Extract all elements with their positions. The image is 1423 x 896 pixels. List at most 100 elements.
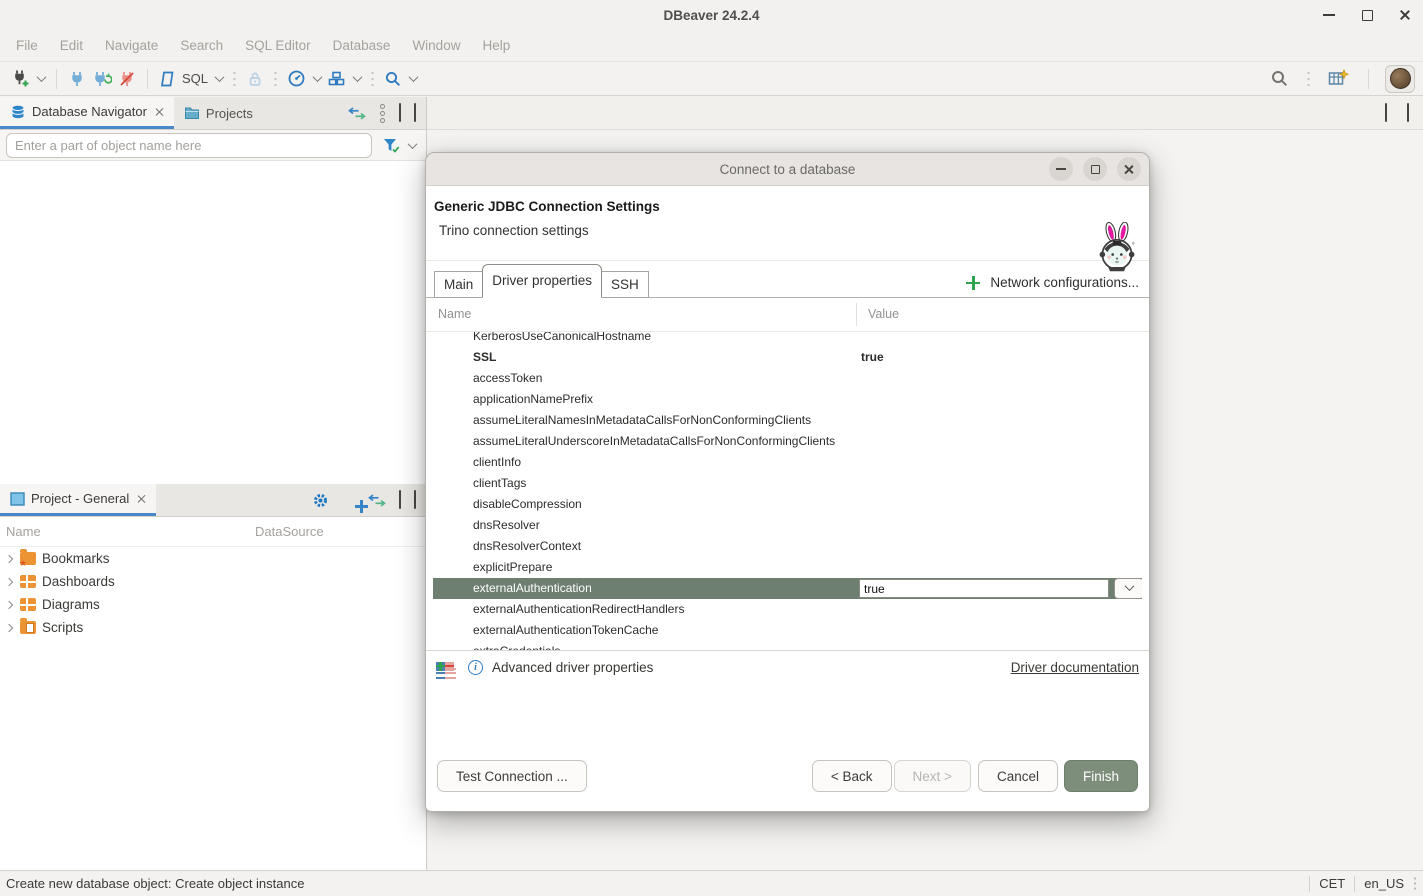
driver-documentation-link[interactable]: Driver documentation (1011, 660, 1139, 675)
tree-item-label: Scripts (42, 620, 83, 635)
minimize-panel-button[interactable] (399, 491, 401, 509)
property-value-input[interactable] (859, 579, 1109, 598)
maximize-panel-button[interactable] (414, 104, 416, 122)
dialog-close-button[interactable] (1117, 157, 1141, 181)
maximize-panel-button[interactable] (414, 491, 416, 509)
property-row[interactable]: KerberosUseCanonicalHostname (433, 332, 1142, 347)
tab-database-navigator[interactable]: Database Navigator (0, 97, 174, 129)
tree-item-scripts[interactable]: Scripts (0, 616, 426, 639)
column-datasource[interactable]: DataSource (255, 524, 324, 539)
link-with-editor-button[interactable] (368, 494, 386, 507)
property-row[interactable]: clientInfo (433, 452, 1142, 473)
test-connection-button[interactable]: Test Connection ... (437, 760, 587, 792)
column-name[interactable]: Name (0, 524, 255, 539)
close-tab-icon[interactable] (137, 494, 146, 503)
tab-ssh[interactable]: SSH (601, 271, 649, 298)
chevron-right-icon[interactable] (5, 623, 13, 631)
dashboards-icon (20, 575, 36, 588)
menu-item-edit[interactable]: Edit (50, 34, 93, 57)
property-row[interactable]: disableCompression (433, 494, 1142, 515)
property-row[interactable]: explicitPrepare (433, 557, 1142, 578)
property-row[interactable]: externalAuthenticationTokenCache (433, 620, 1142, 641)
dialog-minimize-button[interactable] (1049, 157, 1073, 181)
property-name: accessToken (473, 368, 542, 389)
tab-driver-properties[interactable]: Driver properties (482, 264, 602, 298)
dialog-maximize-button[interactable] (1083, 157, 1107, 181)
project-tabstrip: Project - General (0, 484, 426, 517)
sql-editor-button[interactable]: SQL (156, 68, 226, 90)
value-dropdown-button[interactable] (1114, 578, 1142, 599)
menu-item-help[interactable]: Help (472, 34, 520, 57)
tree-item-bookmarks[interactable]: Bookmarks (0, 547, 426, 570)
column-name[interactable]: Name (438, 307, 471, 321)
minimize-panel-button[interactable] (399, 104, 401, 122)
next-button[interactable]: Next > (894, 760, 971, 792)
chevron-down-icon (215, 72, 225, 82)
user-avatar-button[interactable] (1385, 65, 1415, 93)
property-row[interactable]: SSLtrue (433, 347, 1142, 368)
back-button[interactable]: < Back (812, 760, 892, 792)
minimize-button[interactable] (1321, 7, 1337, 23)
property-row[interactable]: accessToken (433, 368, 1142, 389)
sql-editor-label: SQL (182, 71, 208, 86)
cancel-button[interactable]: Cancel (978, 760, 1058, 792)
driver-manager-button[interactable] (324, 68, 364, 90)
close-tab-icon[interactable] (155, 107, 164, 116)
close-button[interactable] (1397, 7, 1413, 23)
tab-projects[interactable]: Projects (174, 97, 263, 129)
property-row[interactable]: applicationNamePrefix (433, 389, 1142, 410)
tab-project-general[interactable]: Project - General (0, 484, 156, 516)
chevron-right-icon[interactable] (5, 577, 13, 585)
menu-item-search[interactable]: Search (170, 34, 233, 57)
new-connection-button[interactable] (8, 67, 48, 90)
new-table-button[interactable] (1325, 67, 1352, 90)
tab-main[interactable]: Main (434, 271, 483, 298)
tree-item-label: Diagrams (42, 597, 100, 612)
property-row[interactable]: assumeLiteralUnderscoreInMetadataCallsFo… (433, 431, 1142, 452)
property-row[interactable]: externalAuthentication (433, 578, 1142, 599)
column-value[interactable]: Value (868, 307, 899, 321)
connect-button[interactable] (65, 68, 89, 90)
lock-icon (246, 70, 264, 88)
menu-item-window[interactable]: Window (402, 34, 470, 57)
filter-settings-button[interactable] (378, 135, 420, 156)
dialog-titlebar[interactable]: Connect to a database (426, 153, 1149, 186)
property-row[interactable]: externalAuthenticationRedirectHandlers (433, 599, 1142, 620)
property-row[interactable]: extraCredentials (433, 641, 1142, 650)
global-search-button[interactable] (1267, 67, 1292, 90)
chevron-right-icon[interactable] (5, 554, 13, 562)
menu-item-navigate[interactable]: Navigate (95, 34, 168, 57)
finish-button[interactable]: Finish (1064, 760, 1138, 792)
menu-item-sql-editor[interactable]: SQL Editor (235, 34, 321, 57)
menu-item-file[interactable]: File (6, 34, 48, 57)
menu-item-database[interactable]: Database (323, 34, 401, 57)
view-menu-button[interactable] (379, 104, 386, 123)
toolbar-left: SQL (8, 67, 1267, 90)
maximize-button[interactable] (1359, 7, 1375, 23)
property-row[interactable]: assumeLiteralNamesInMetadataCallsForNonC… (433, 410, 1142, 431)
reconnect-button[interactable] (89, 68, 115, 90)
dashboard-button[interactable] (284, 67, 324, 90)
disconnect-button[interactable] (115, 68, 139, 90)
object-filter-input[interactable] (6, 133, 372, 158)
link-with-editor-button[interactable] (348, 107, 366, 120)
chevron-right-icon[interactable] (5, 600, 13, 608)
network-configurations-button[interactable]: Network configurations... (966, 275, 1139, 290)
property-row[interactable]: clientTags (433, 473, 1142, 494)
timezone-indicator[interactable]: CET (1319, 876, 1345, 891)
property-row[interactable]: dnsResolverContext (433, 536, 1142, 557)
tree-item-dashboards[interactable]: Dashboards (0, 570, 426, 593)
left-panel: Database Navigator Projects (0, 97, 427, 870)
minimize-editor-button[interactable] (1385, 104, 1387, 122)
locale-indicator[interactable]: en_US (1364, 876, 1404, 891)
tree-item-diagrams[interactable]: Diagrams (0, 593, 426, 616)
navigator-tree-area[interactable] (0, 161, 426, 484)
property-row[interactable]: dnsResolver (433, 515, 1142, 536)
connect-dialog: Connect to a database Generic JDBC Conne… (425, 152, 1150, 812)
property-name: externalAuthenticationRedirectHandlers (473, 599, 684, 620)
settings-gear-button[interactable] (312, 492, 329, 509)
lock-button[interactable] (243, 68, 267, 90)
search-button[interactable] (381, 68, 420, 90)
maximize-editor-button[interactable] (1407, 104, 1409, 122)
swap-arrows-icon (348, 107, 366, 120)
